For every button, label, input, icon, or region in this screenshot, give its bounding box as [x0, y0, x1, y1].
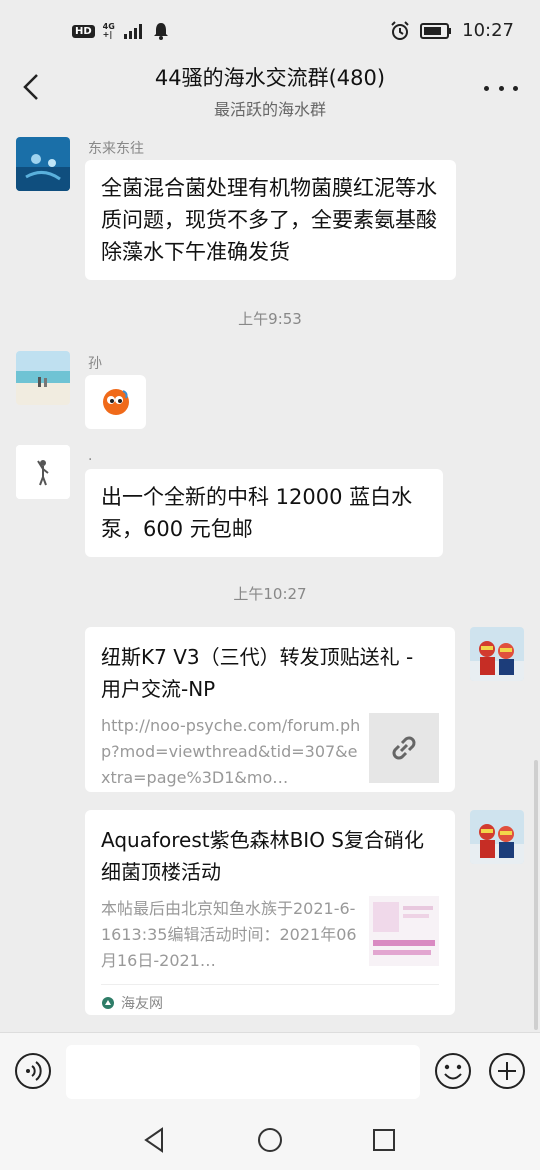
message-input[interactable] [66, 1045, 420, 1099]
self-avatar-icon [470, 627, 524, 681]
card-source: 海友网 [101, 984, 439, 1013]
battery-icon [420, 22, 452, 39]
alarm-icon [391, 20, 409, 40]
chat-scrollbar[interactable] [534, 760, 538, 1030]
signal-icon [123, 24, 142, 39]
avatar[interactable] [16, 351, 70, 405]
more-dots-icon [498, 85, 504, 91]
card-title: Aquaforest紫色森林BIO S复合硝化细菌顶楼活动 [101, 828, 424, 884]
chevron-left-icon [23, 74, 38, 100]
avatar[interactable] [16, 445, 70, 499]
title-block: 44骚的海水交流群(480) 最活跃的海水群 [100, 62, 440, 120]
beach-avatar-icon [16, 351, 70, 405]
article-thumbnail-icon [373, 902, 435, 955]
card-thumbnail [369, 896, 439, 966]
more-functions-button[interactable] [488, 1052, 526, 1090]
source-logo-icon [102, 997, 114, 1009]
nav-recents-icon [373, 1129, 395, 1151]
timestamp: 上午10:27 [233, 585, 307, 603]
card-description: 本帖最后由北京知鱼水族于2021-6-1613:35编辑活动时间：2021年06… [101, 899, 357, 970]
nav-recents-button[interactable] [368, 1124, 400, 1156]
sticker-bubble[interactable] [85, 375, 146, 429]
diver-avatar-icon [16, 137, 70, 191]
card-description: http://noo-psyche.com/forum.php?mod=view… [101, 716, 361, 787]
self-avatar[interactable] [470, 810, 524, 864]
more-button[interactable] [484, 76, 518, 100]
sender-name: 东来东往 [88, 141, 144, 157]
network-indicator: 4G +| [103, 23, 115, 39]
nav-home-button[interactable] [254, 1124, 286, 1156]
status-right: 10:27 [390, 20, 514, 41]
back-button[interactable] [14, 70, 48, 104]
chat-header: 44骚的海水交流群(480) 最活跃的海水群 [0, 56, 540, 120]
sender-name: 孙 [88, 356, 102, 372]
avatar[interactable] [16, 137, 70, 191]
emoji-button[interactable] [434, 1052, 472, 1090]
card-title: 纽斯K7 V3（三代）转发顶贴送礼 - 用户交流-NP [101, 645, 414, 701]
emoji-icon [435, 1053, 471, 1089]
self-avatar-icon [470, 810, 524, 864]
nav-back-icon [144, 1127, 163, 1153]
chat-title: 44骚的海水交流群(480) [154, 66, 386, 90]
card-thumbnail [369, 713, 439, 783]
link-card[interactable]: 纽斯K7 V3（三代）转发顶贴送礼 - 用户交流-NP http://noo-p… [85, 627, 455, 792]
card-body: http://noo-psyche.com/forum.php?mod=view… [101, 713, 439, 791]
network-sub-label: +| [102, 30, 113, 39]
link-icon [392, 736, 416, 760]
message-bubble[interactable]: 全菌混合菌处理有机物菌膜红泥等水质问题，现货不多了，全要素氨基酸除藻水下午准确发… [85, 160, 456, 280]
message-bubble[interactable]: 出一个全新的中科 12000 蓝白水泵，600 元包邮 [85, 469, 443, 557]
article-card[interactable]: Aquaforest紫色森林BIO S复合硝化细菌顶楼活动 本帖最后由北京知鱼水… [85, 810, 455, 1015]
notification-bell-icon [153, 23, 168, 40]
status-left: HD 4G +| [72, 22, 169, 40]
figure-avatar-icon [16, 445, 70, 499]
chat-area[interactable]: 东来东往 全菌混合菌处理有机物菌膜红泥等水质问题，现货不多了，全要素氨基酸除藻水… [0, 120, 540, 1032]
nav-back-button[interactable] [138, 1124, 170, 1156]
more-dots-icon [513, 85, 518, 91]
timestamp: 上午9:53 [238, 310, 302, 328]
input-bar [0, 1032, 540, 1110]
voice-icon [15, 1053, 51, 1089]
voice-button[interactable] [14, 1052, 52, 1090]
orange-face-sticker-icon [102, 389, 129, 415]
self-avatar[interactable] [470, 627, 524, 681]
plus-icon [489, 1053, 525, 1089]
status-time: 10:27 [462, 20, 514, 41]
sender-name: . [88, 448, 93, 464]
system-nav-bar [0, 1110, 540, 1170]
nav-home-icon [258, 1128, 282, 1152]
card-source-label: 海友网 [121, 996, 163, 1012]
hd-badge: HD [72, 24, 95, 38]
card-body: 本帖最后由北京知鱼水族于2021-6-1613:35编辑活动时间：2021年06… [101, 896, 439, 974]
chat-subtitle: 最活跃的海水群 [213, 100, 326, 119]
more-dots-icon [484, 85, 489, 91]
status-bar: HD 4G +| 10:27 [0, 0, 540, 64]
